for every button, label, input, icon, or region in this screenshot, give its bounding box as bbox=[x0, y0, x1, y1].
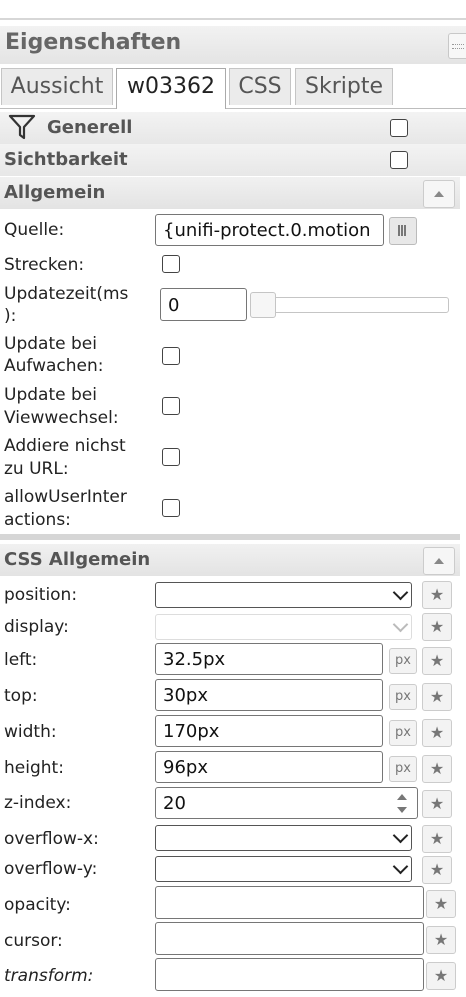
chevron-down-icon bbox=[392, 858, 409, 875]
filter-checkbox[interactable] bbox=[390, 119, 408, 137]
star-icon[interactable]: ★ bbox=[422, 790, 452, 818]
tab-scripts[interactable]: Skripte bbox=[295, 68, 393, 105]
panel-grip-icon[interactable] bbox=[448, 33, 466, 59]
visibility-row: Sichtbarkeit bbox=[0, 144, 466, 176]
chevron-down-icon bbox=[392, 616, 409, 633]
overflow-y-select[interactable] bbox=[155, 856, 412, 882]
add-url-label-line2: zu URL: bbox=[4, 459, 69, 479]
height-label: height: bbox=[4, 758, 64, 778]
star-icon[interactable]: ★ bbox=[426, 890, 456, 918]
stretch-checkbox[interactable] bbox=[162, 255, 180, 273]
update-time-label-line2: ): bbox=[4, 306, 17, 326]
css-section-title: CSS Allgemein bbox=[4, 549, 151, 570]
width-input[interactable]: 170px bbox=[155, 715, 383, 747]
position-select[interactable] bbox=[155, 582, 412, 608]
filter-icon[interactable] bbox=[8, 114, 36, 140]
update-time-slider[interactable] bbox=[250, 297, 449, 313]
chevron-down-icon bbox=[392, 584, 409, 601]
star-icon[interactable]: ★ bbox=[422, 825, 452, 853]
left-input[interactable]: 32.5px bbox=[155, 643, 383, 675]
star-icon[interactable]: ★ bbox=[422, 719, 452, 747]
tab-view[interactable]: Aussicht bbox=[1, 68, 113, 105]
stretch-label: Strecken: bbox=[4, 255, 85, 275]
display-select[interactable] bbox=[155, 614, 412, 640]
select-object-icon[interactable] bbox=[389, 217, 417, 245]
source-input[interactable]: {unifi-protect.0.motion bbox=[155, 214, 384, 246]
allow-user-checkbox[interactable] bbox=[162, 499, 180, 517]
tab-bar: Aussicht w03362 CSS Skripte bbox=[0, 66, 466, 109]
update-wake-checkbox[interactable] bbox=[162, 347, 180, 365]
panel-title: Eigenschaften bbox=[5, 30, 182, 55]
allow-user-label-line1: allowUserInter bbox=[4, 487, 127, 507]
star-icon[interactable]: ★ bbox=[422, 613, 452, 641]
css-section-header[interactable]: CSS Allgemein bbox=[0, 544, 460, 576]
add-url-label-line1: Addiere nichst bbox=[4, 436, 126, 456]
source-label: Quelle: bbox=[4, 220, 65, 240]
transform-label: transform: bbox=[4, 966, 94, 986]
visibility-label: Sichtbarkeit bbox=[4, 149, 128, 170]
spin-arrows-icon[interactable] bbox=[393, 788, 411, 818]
width-label: width: bbox=[4, 722, 57, 742]
star-icon[interactable]: ★ bbox=[426, 962, 456, 990]
collapse-up-icon[interactable] bbox=[423, 547, 455, 575]
update-wake-label-line2: Aufwachen: bbox=[4, 356, 104, 376]
collapse-up-icon[interactable] bbox=[423, 180, 455, 208]
star-icon[interactable]: ★ bbox=[422, 856, 452, 884]
general-section-title: Allgemein bbox=[4, 182, 106, 203]
panel-titlebar: Eigenschaften bbox=[0, 26, 466, 64]
top-label: top: bbox=[4, 686, 38, 706]
display-label: display: bbox=[4, 617, 69, 637]
star-icon[interactable]: ★ bbox=[422, 581, 452, 609]
general-section-header[interactable]: Allgemein bbox=[0, 177, 460, 209]
star-icon[interactable]: ★ bbox=[422, 755, 452, 783]
left-label: left: bbox=[4, 650, 38, 670]
top-divider bbox=[0, 18, 466, 20]
update-time-label-line1: Updatezeit(ms bbox=[4, 284, 129, 304]
filter-row: Generell bbox=[0, 112, 466, 144]
cursor-input[interactable] bbox=[155, 922, 424, 955]
top-unit-button[interactable]: px bbox=[389, 684, 417, 710]
transform-input[interactable] bbox=[155, 958, 424, 991]
chevron-down-icon bbox=[392, 827, 409, 844]
allow-user-label-line2: actions: bbox=[4, 510, 71, 530]
height-unit-button[interactable]: px bbox=[389, 756, 417, 782]
add-url-checkbox[interactable] bbox=[162, 448, 180, 466]
z-index-label: z-index: bbox=[4, 793, 72, 813]
update-view-checkbox[interactable] bbox=[162, 397, 180, 415]
update-time-input[interactable]: 0 bbox=[160, 288, 247, 321]
update-time-slider-handle[interactable] bbox=[250, 292, 276, 318]
star-icon[interactable]: ★ bbox=[422, 647, 452, 675]
update-wake-label-line1: Update bei bbox=[4, 334, 97, 354]
z-index-input[interactable]: 20 bbox=[155, 787, 418, 819]
overflow-y-label: overflow-y: bbox=[4, 859, 98, 879]
section-divider bbox=[0, 534, 460, 540]
cursor-label: cursor: bbox=[4, 931, 63, 951]
visibility-checkbox[interactable] bbox=[390, 151, 408, 169]
overflow-x-label: overflow-x: bbox=[4, 829, 99, 849]
overflow-x-select[interactable] bbox=[155, 825, 412, 851]
tab-widget[interactable]: w03362 bbox=[116, 68, 226, 109]
position-label: position: bbox=[4, 585, 78, 605]
opacity-input[interactable] bbox=[155, 886, 424, 919]
tab-css[interactable]: CSS bbox=[229, 68, 291, 105]
left-unit-button[interactable]: px bbox=[389, 648, 417, 674]
update-view-label-line2: Viewwechsel: bbox=[4, 408, 119, 428]
star-icon[interactable]: ★ bbox=[426, 926, 456, 954]
width-unit-button[interactable]: px bbox=[389, 720, 417, 746]
height-input[interactable]: 96px bbox=[155, 751, 383, 783]
opacity-label: opacity: bbox=[4, 895, 71, 915]
update-view-label-line1: Update bei bbox=[4, 385, 97, 405]
top-input[interactable]: 30px bbox=[155, 679, 383, 711]
filter-label: Generell bbox=[47, 117, 133, 138]
star-icon[interactable]: ★ bbox=[422, 683, 452, 711]
